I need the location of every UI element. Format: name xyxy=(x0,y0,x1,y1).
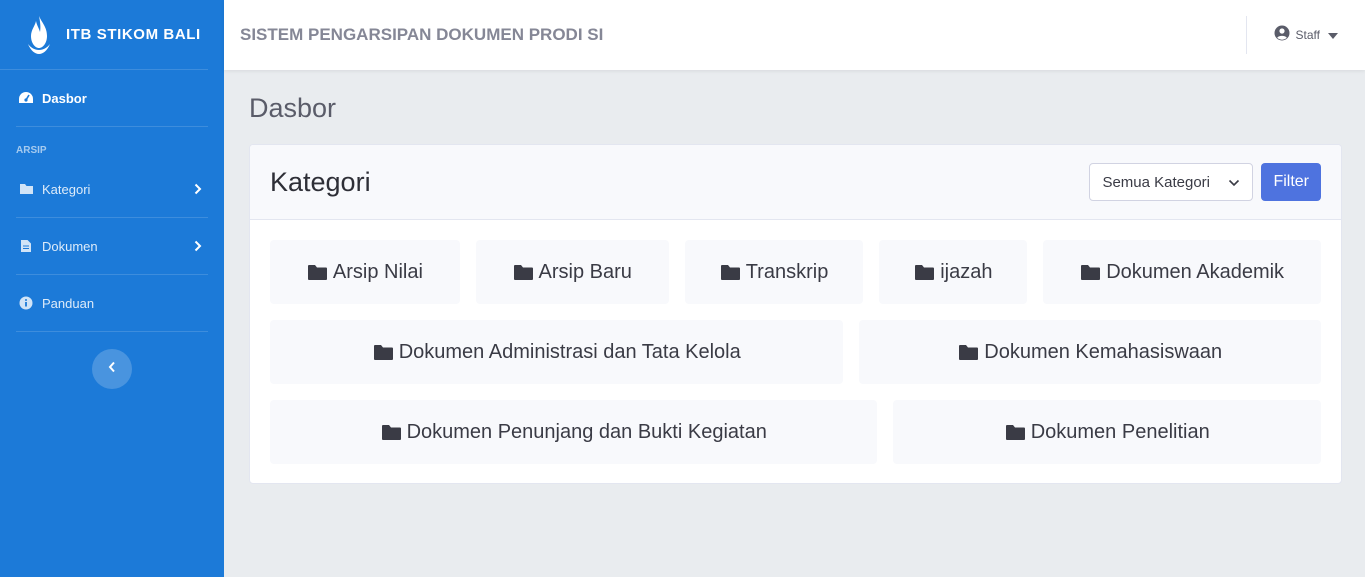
chevron-down-icon xyxy=(1228,174,1240,191)
folder-icon xyxy=(958,344,979,361)
category-label: Transkrip xyxy=(745,260,829,283)
category-label: Arsip Nilai xyxy=(332,260,423,283)
folder-icon xyxy=(720,264,741,281)
filter-button[interactable]: Filter xyxy=(1261,163,1321,201)
category-grid: Arsip Nilai Arsip Baru Transkrip ijazah … xyxy=(250,220,1341,483)
category-button[interactable]: Dokumen Penelitian xyxy=(893,400,1321,464)
category-row: Dokumen Penunjang dan Bukti Kegiatan Dok… xyxy=(270,400,1321,464)
sidebar-item-label: Kategori xyxy=(42,181,91,197)
category-button[interactable]: ijazah xyxy=(879,240,1028,304)
chevron-right-icon xyxy=(194,240,204,252)
page-title: Dasbor xyxy=(249,93,337,123)
folder-icon xyxy=(381,424,402,441)
category-button[interactable]: Dokumen Kemahasiswaan xyxy=(859,320,1321,384)
sidebar-toggle-button[interactable] xyxy=(92,349,132,389)
category-row: Arsip Nilai Arsip Baru Transkrip ijazah … xyxy=(270,240,1321,304)
category-label: Dokumen Akademik xyxy=(1106,260,1285,283)
category-button[interactable]: Arsip Baru xyxy=(475,240,669,304)
file-icon xyxy=(18,238,34,254)
folder-icon xyxy=(307,264,328,281)
sidebar-divider xyxy=(16,331,208,332)
chevron-right-icon xyxy=(194,183,204,195)
user-circle-icon xyxy=(1274,25,1290,46)
sidebar: ITB STIKOM BALI Dasbor ARSIP Kategori Do… xyxy=(0,0,224,577)
category-label: Dokumen Kemahasiswaan xyxy=(984,340,1223,363)
category-button[interactable]: Dokumen Administrasi dan Tata Kelola xyxy=(270,320,844,384)
category-button[interactable]: Dokumen Penunjang dan Bukti Kegiatan xyxy=(270,400,878,464)
card-header: Kategori Semua Kategori Filter xyxy=(250,145,1341,220)
tachometer-icon xyxy=(18,90,34,106)
category-button[interactable]: Dokumen Akademik xyxy=(1043,240,1321,304)
category-button[interactable]: Transkrip xyxy=(684,240,864,304)
category-filter-select[interactable]: Semua Kategori xyxy=(1089,163,1254,201)
topbar-divider xyxy=(1245,16,1247,54)
flame-logo-icon xyxy=(26,14,52,56)
user-name: Staff xyxy=(1295,28,1320,42)
category-label: Arsip Baru xyxy=(538,260,632,283)
category-label: Dokumen Penelitian xyxy=(1030,420,1210,443)
folder-icon xyxy=(18,181,34,197)
main-content: Dasbor Kategori Semua Kategori Filter Ar… xyxy=(224,70,1365,577)
info-circle-icon xyxy=(18,295,34,311)
app-title: SISTEM PENGARSIPAN DOKUMEN PRODI SI xyxy=(240,25,604,44)
chevron-left-icon xyxy=(108,360,116,378)
caret-down-icon xyxy=(1328,26,1338,44)
sidebar-item-label: Panduan xyxy=(42,295,95,311)
folder-icon xyxy=(513,264,534,281)
category-label: ijazah xyxy=(940,260,993,283)
sidebar-item-dokumen[interactable]: Dokumen xyxy=(0,218,224,274)
folder-icon xyxy=(1080,264,1101,281)
brand-name: ITB STIKOM BALI xyxy=(66,26,201,43)
sidebar-item-dasbor[interactable]: Dasbor xyxy=(0,70,224,126)
category-label: Dokumen Penunjang dan Bukti Kegiatan xyxy=(406,420,767,443)
sidebar-item-label: Dasbor xyxy=(42,90,87,106)
folder-icon xyxy=(1005,424,1026,441)
category-card: Kategori Semua Kategori Filter Arsip Nil… xyxy=(249,144,1342,484)
card-title: Kategori xyxy=(270,166,371,197)
user-menu[interactable]: Staff xyxy=(1274,25,1338,46)
folder-icon xyxy=(914,264,935,281)
brand[interactable]: ITB STIKOM BALI xyxy=(0,0,208,70)
select-value: Semua Kategori xyxy=(1102,173,1211,191)
folder-icon xyxy=(373,344,394,361)
sidebar-item-panduan[interactable]: Panduan xyxy=(0,275,224,331)
topbar: SISTEM PENGARSIPAN DOKUMEN PRODI SI Staf… xyxy=(224,0,1365,70)
sidebar-item-kategori[interactable]: Kategori xyxy=(0,161,224,217)
category-button[interactable]: Arsip Nilai xyxy=(270,240,460,304)
category-label: Dokumen Administrasi dan Tata Kelola xyxy=(398,340,741,363)
category-row: Dokumen Administrasi dan Tata Kelola Dok… xyxy=(270,320,1321,384)
sidebar-heading: ARSIP xyxy=(16,145,47,156)
sidebar-item-label: Dokumen xyxy=(42,238,98,254)
